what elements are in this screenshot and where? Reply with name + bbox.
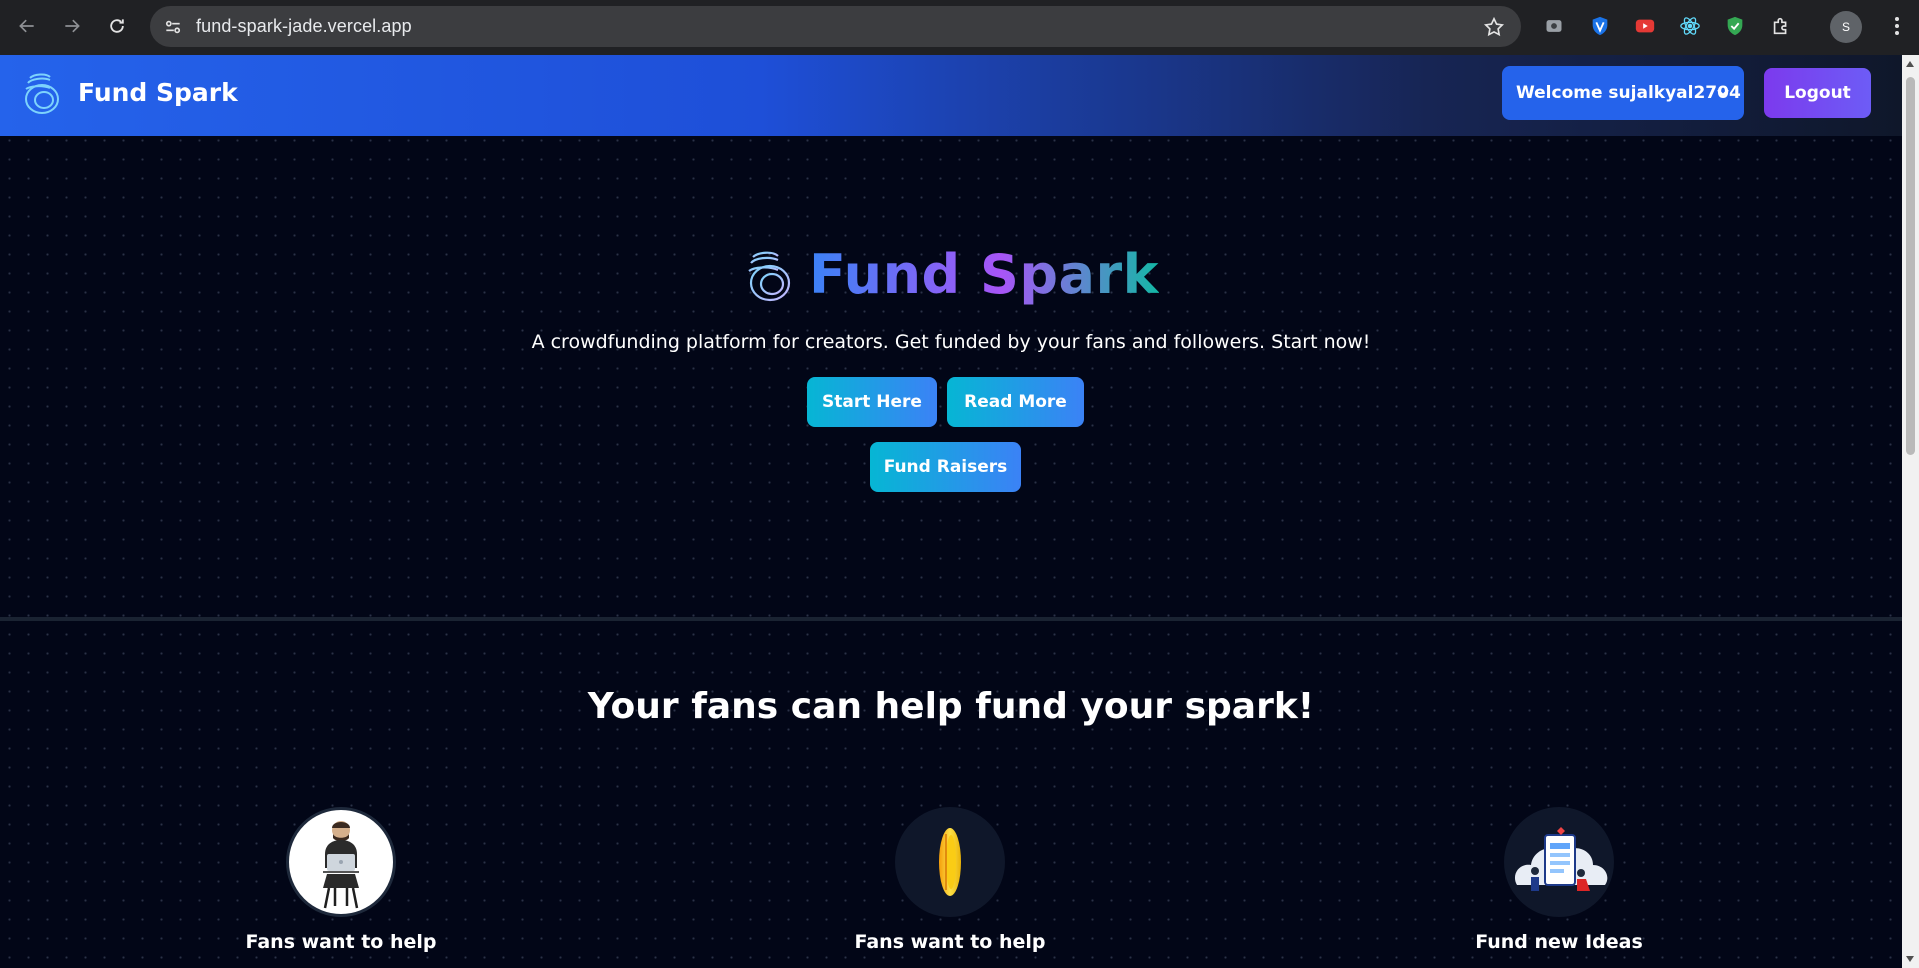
scrollbar-thumb[interactable]	[1906, 77, 1915, 455]
page-viewport: Fund Spark Welcome sujalkyal2704 Logout …	[0, 55, 1902, 968]
feature-card: Fans want to help	[820, 807, 1080, 953]
feature-image	[895, 807, 1005, 917]
start-here-button[interactable]: Start Here	[807, 377, 937, 427]
react-devtools-icon[interactable]	[1677, 13, 1703, 39]
hero-tagline: A crowdfunding platform for creators. Ge…	[531, 331, 1371, 353]
feature-image	[1504, 807, 1614, 917]
browser-toolbar: fund-spark-jade.vercel.app S	[0, 0, 1919, 55]
coin-stack-logo-icon	[748, 251, 791, 301]
chevron-down-icon	[1717, 89, 1729, 97]
coin-icon	[939, 828, 961, 896]
site-navbar: Fund Spark Welcome sujalkyal2704 Logout	[0, 55, 1902, 136]
ideas-illustration-icon	[1514, 827, 1608, 891]
site-settings-icon[interactable]	[162, 16, 184, 38]
extensions-puzzle-icon[interactable]	[1768, 13, 1794, 39]
welcome-dropdown-button[interactable]: Welcome sujalkyal2704	[1502, 66, 1744, 120]
brand-name: Fund Spark	[78, 77, 238, 107]
green-shield-extension-icon[interactable]	[1722, 13, 1748, 39]
screen-capture-extension-icon[interactable]	[1541, 13, 1567, 39]
arrow-left-icon	[19, 19, 34, 33]
forward-button[interactable]	[50, 4, 94, 48]
hero-title: Fund Spark	[808, 243, 1160, 306]
features-heading: Your fans can help fund your spark!	[587, 686, 1315, 727]
section-divider	[0, 617, 1902, 621]
feature-card: Fans want to help	[211, 807, 471, 953]
man-with-laptop-icon	[323, 821, 359, 909]
welcome-label: Welcome sujalkyal2704	[1516, 83, 1741, 103]
scroll-down-arrow-icon[interactable]	[1906, 956, 1914, 962]
browser-menu-icon[interactable]	[1884, 13, 1910, 39]
reload-icon	[110, 19, 124, 33]
feature-label: Fans want to help	[854, 931, 1046, 953]
scroll-up-arrow-icon[interactable]	[1906, 61, 1914, 67]
feature-label: Fans want to help	[245, 931, 437, 953]
feature-image	[286, 807, 396, 917]
youtube-extension-icon[interactable]	[1632, 13, 1658, 39]
url-text: fund-spark-jade.vercel.app	[196, 16, 412, 36]
coin-stack-logo-icon	[25, 73, 59, 114]
bookmark-star-icon[interactable]	[1483, 16, 1505, 38]
logout-button[interactable]: Logout	[1764, 68, 1871, 118]
profile-avatar[interactable]: S	[1830, 11, 1862, 43]
brand-link[interactable]: Fund Spark	[20, 69, 238, 115]
address-bar[interactable]: fund-spark-jade.vercel.app	[150, 6, 1521, 47]
hero-heading: Fund Spark	[0, 243, 1902, 306]
shield-v-extension-icon[interactable]	[1587, 13, 1613, 39]
feature-label: Fund new Ideas	[1475, 931, 1643, 953]
read-more-button[interactable]: Read More	[947, 377, 1084, 427]
back-button[interactable]	[5, 4, 49, 48]
page-scrollbar[interactable]	[1902, 55, 1919, 968]
feature-card: Fund new Ideas	[1429, 807, 1689, 953]
reload-button[interactable]	[95, 4, 139, 48]
fund-raisers-button[interactable]: Fund Raisers	[870, 442, 1021, 492]
arrow-right-icon	[65, 19, 80, 33]
